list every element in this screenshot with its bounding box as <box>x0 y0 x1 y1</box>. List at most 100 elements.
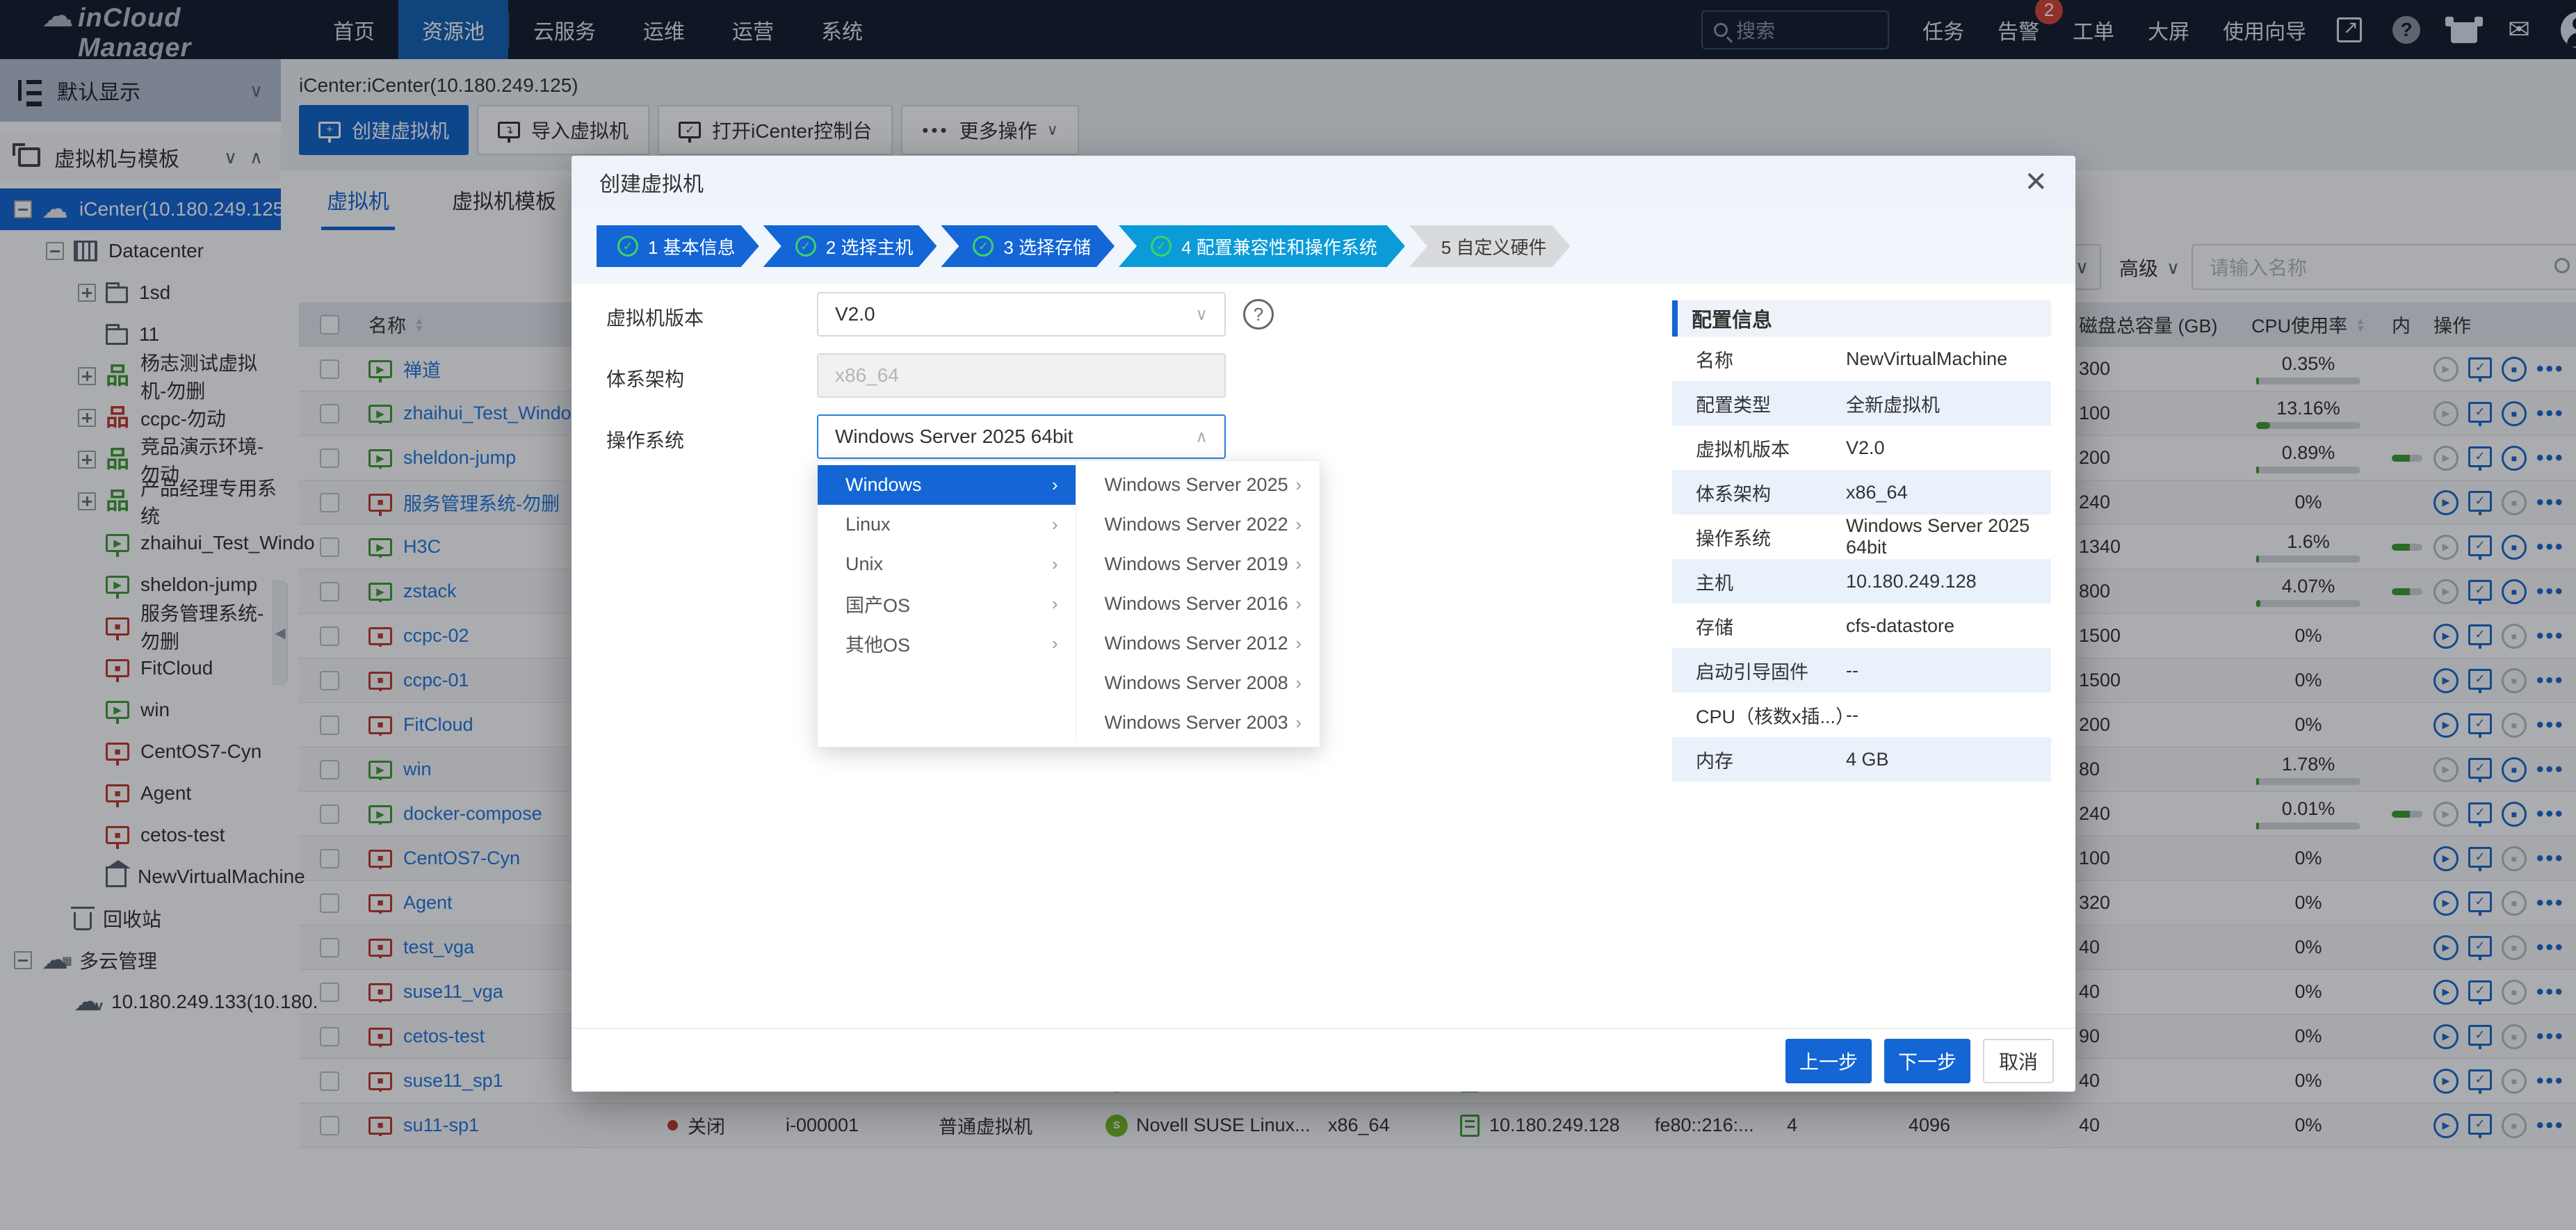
os-version-label: Windows Server 2025 <box>1104 474 1288 496</box>
arch-input: x86_64 <box>817 353 1226 398</box>
chevron-right-icon: › <box>1295 712 1302 734</box>
step-check-icon: ✓ <box>795 236 816 257</box>
step-label: 1 基本信息 <box>648 234 736 259</box>
config-summary-rows: 名称NewVirtualMachine配置类型全新虚拟机虚拟机版本V2.0体系架… <box>1672 337 2051 782</box>
chevron-right-icon: › <box>1052 553 1058 575</box>
os-version-item[interactable]: Windows Server 2019 › <box>1076 544 1320 584</box>
summary-row: CPU（核数x插...）-- <box>1672 693 2051 737</box>
os-category-label: Unix <box>845 553 883 575</box>
os-category-Linux[interactable]: Linux › <box>818 505 1076 544</box>
os-dropdown: Windows›Linux›Unix›国产OS›其他OS› Windows Se… <box>817 460 1320 747</box>
summary-label: 体系架构 <box>1672 479 1846 506</box>
os-category-label: 其他OS <box>845 630 910 657</box>
wizard-step-4[interactable]: ✓ 4 配置兼容性和操作系统 <box>1119 225 1405 267</box>
os-version-label: Windows Server 2016 <box>1104 593 1288 615</box>
chevron-right-icon: › <box>1052 474 1058 496</box>
summary-value: -- <box>1846 660 1858 681</box>
summary-value: cfs-datastore <box>1846 615 1954 637</box>
os-version-label: Windows Server 2008 <box>1104 672 1288 694</box>
summary-row: 操作系统Windows Server 2025 64bit <box>1672 515 2051 559</box>
summary-label: 虚拟机版本 <box>1672 435 1846 462</box>
os-label: 操作系统 <box>606 426 684 453</box>
create-vm-modal: 创建虚拟机 ✕ ✓ 1 基本信息 ✓ 2 选择主机 ✓ 3 选择存储 ✓ 4 配置兼容性和操作… <box>572 156 2075 1092</box>
wizard-steps: ✓ 1 基本信息 ✓ 2 选择主机 ✓ 3 选择存储 ✓ 4 配置兼容性和操作系统 5 自定义硬… <box>572 209 2075 284</box>
chevron-right-icon: › <box>1295 593 1302 615</box>
summary-value: 全新虚拟机 <box>1846 390 1940 417</box>
os-category-Windows[interactable]: Windows › <box>818 465 1076 505</box>
chevron-up-icon: ∧ <box>1195 427 1208 447</box>
chevron-right-icon: › <box>1295 474 1302 496</box>
step-label: 5 自定义硬件 <box>1441 234 1547 259</box>
vm-version-value: V2.0 <box>835 303 875 325</box>
chevron-right-icon: › <box>1052 514 1058 535</box>
os-category-国产OS[interactable]: 国产OS› <box>818 584 1076 624</box>
os-category-label: Windows <box>845 474 922 496</box>
config-summary-title: 配置信息 <box>1672 300 2051 337</box>
cancel-button[interactable]: 取消 <box>1983 1039 2054 1083</box>
summary-label: 内存 <box>1672 746 1846 773</box>
config-summary: 配置信息 名称NewVirtualMachine配置类型全新虚拟机虚拟机版本V2… <box>1672 300 2051 782</box>
os-version-item[interactable]: Windows Server 2008 › <box>1076 663 1320 703</box>
os-version-label: Windows Server 2019 <box>1104 553 1288 575</box>
summary-row: 启动引导固件-- <box>1672 648 2051 693</box>
os-version-item[interactable]: Windows Server 2025 › <box>1076 465 1320 505</box>
summary-value: -- <box>1846 704 1858 726</box>
summary-value: 10.180.249.128 <box>1846 571 1977 592</box>
wizard-step-5[interactable]: 5 自定义硬件 <box>1409 225 1571 267</box>
summary-value: x86_64 <box>1846 482 1908 503</box>
step-check-icon: ✓ <box>617 236 638 257</box>
summary-value: Windows Server 2025 64bit <box>1846 515 2051 558</box>
vm-version-select[interactable]: V2.0 ∨ <box>817 292 1226 337</box>
os-version-label: Windows Server 2022 <box>1104 514 1288 535</box>
os-category-label: Linux <box>845 514 891 535</box>
chevron-right-icon: › <box>1295 553 1302 575</box>
wizard-step-2[interactable]: ✓ 2 选择主机 <box>763 225 937 267</box>
chevron-right-icon: › <box>1295 633 1302 654</box>
help-icon[interactable]: ? <box>1243 299 1274 330</box>
summary-label: CPU（核数x插...） <box>1672 702 1846 729</box>
summary-label: 主机 <box>1672 568 1846 595</box>
os-version-label: Windows Server 2003 <box>1104 712 1288 734</box>
summary-value: 4 GB <box>1846 749 1889 770</box>
prev-step-button[interactable]: 上一步 <box>1785 1039 1872 1083</box>
summary-label: 启动引导固件 <box>1672 657 1846 684</box>
summary-label: 存储 <box>1672 613 1846 640</box>
close-icon[interactable]: ✕ <box>2024 168 2048 196</box>
os-version-item[interactable]: Windows Server 2003 › <box>1076 703 1320 743</box>
step-label: 3 选择存储 <box>1003 234 1091 259</box>
step-check-icon: ✓ <box>973 236 994 257</box>
summary-label: 操作系统 <box>1672 524 1846 551</box>
chevron-right-icon: › <box>1052 593 1058 615</box>
summary-row: 主机10.180.249.128 <box>1672 559 2051 604</box>
step-check-icon: ✓ <box>1151 236 1172 257</box>
arch-value: x86_64 <box>835 364 899 387</box>
os-version-label: Windows Server 2012 <box>1104 633 1288 654</box>
chevron-right-icon: › <box>1295 672 1302 694</box>
summary-row: 内存4 GB <box>1672 737 2051 782</box>
os-category-其他OS[interactable]: 其他OS › <box>818 624 1076 663</box>
summary-row: 配置类型全新虚拟机 <box>1672 381 2051 426</box>
summary-row: 虚拟机版本V2.0 <box>1672 426 2051 470</box>
os-select[interactable]: Windows Server 2025 64bit ∧ <box>817 414 1226 459</box>
modal-header: 创建虚拟机 ✕ <box>572 156 2075 209</box>
summary-value: V2.0 <box>1846 437 1885 459</box>
chevron-right-icon: › <box>1052 633 1058 654</box>
summary-label: 名称 <box>1672 346 1846 373</box>
next-step-button[interactable]: 下一步 <box>1884 1039 1970 1083</box>
wizard-step-1[interactable]: ✓ 1 基本信息 <box>597 225 759 267</box>
os-version-item[interactable]: Windows Server 2022 › <box>1076 505 1320 544</box>
os-category-Unix[interactable]: Unix › <box>818 544 1076 584</box>
summary-row: 名称NewVirtualMachine <box>1672 337 2051 381</box>
os-version-menu: Windows Server 2025 › Windows Server 2022 ›… <box>1076 461 1320 747</box>
vm-version-label: 虚拟机版本 <box>606 303 704 331</box>
chevron-right-icon: › <box>1295 514 1302 535</box>
os-select-value: Windows Server 2025 64bit <box>835 426 1073 448</box>
wizard-step-3[interactable]: ✓ 3 选择存储 <box>941 225 1115 267</box>
os-version-item[interactable]: Windows Server 2012 › <box>1076 624 1320 663</box>
step-label: 4 配置兼容性和操作系统 <box>1181 234 1377 259</box>
summary-value: NewVirtualMachine <box>1846 348 2007 370</box>
arch-label: 体系架构 <box>606 364 684 392</box>
os-category-menu: Windows›Linux›Unix›国产OS›其他OS› <box>818 461 1076 742</box>
os-version-item[interactable]: Windows Server 2016 › <box>1076 584 1320 624</box>
step-label: 2 选择主机 <box>826 234 914 259</box>
